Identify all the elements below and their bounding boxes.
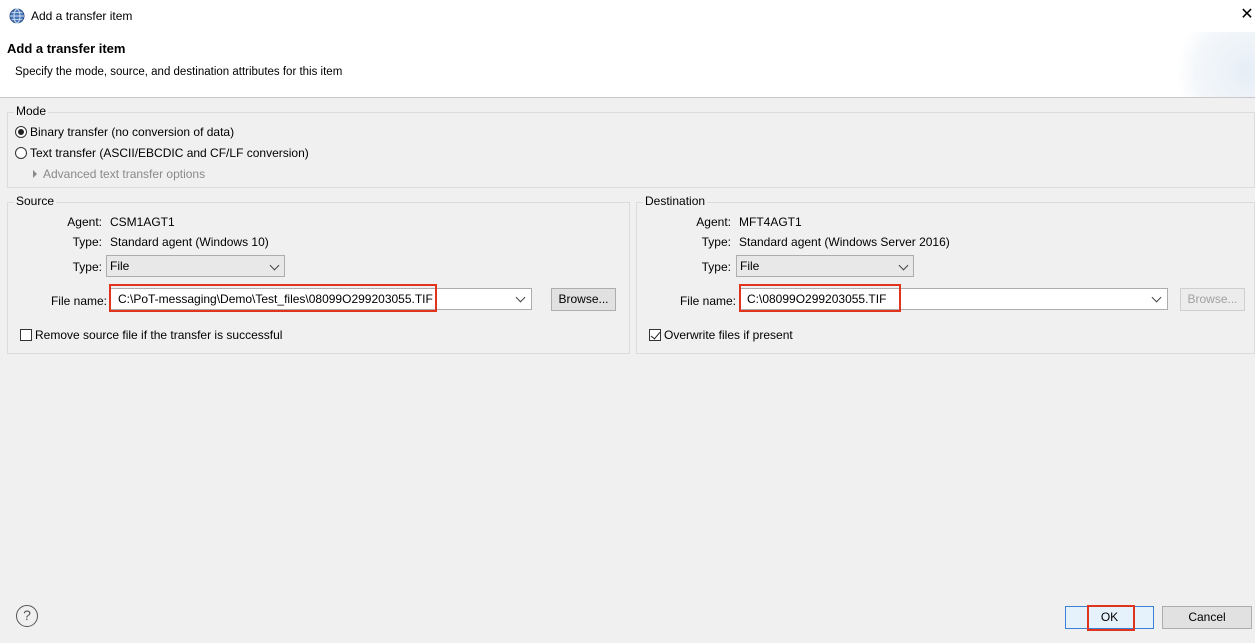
ok-button[interactable]: OK xyxy=(1065,606,1154,629)
source-filename-input[interactable]: C:\PoT-messaging\Demo\Test_files\08099O2… xyxy=(110,288,532,310)
source-browse-button[interactable]: Browse... xyxy=(551,288,616,311)
remove-source-checkbox-row[interactable]: Remove source file if the transfer is su… xyxy=(20,328,282,342)
chevron-down-icon xyxy=(269,260,280,271)
overwrite-label: Overwrite files if present xyxy=(664,328,793,342)
dialog-banner: Add a transfer item Specify the mode, so… xyxy=(0,32,1255,98)
binary-transfer-radio-row[interactable]: Binary transfer (no conversion of data) xyxy=(15,125,234,139)
binary-transfer-label: Binary transfer (no conversion of data) xyxy=(30,125,235,139)
chevron-down-icon[interactable] xyxy=(515,292,526,303)
remove-source-label: Remove source file if the transfer is su… xyxy=(35,328,283,342)
source-agent-value: CSM1AGT1 xyxy=(110,215,175,229)
destination-filename-value: C:\08099O299203055.TIF xyxy=(747,292,887,306)
destination-agent-value: MFT4AGT1 xyxy=(739,215,802,229)
source-filename-label: File name: xyxy=(50,294,107,308)
banner-subtitle: Specify the mode, source, and destinatio… xyxy=(15,66,343,78)
help-icon[interactable]: ? xyxy=(16,605,38,627)
window-title: Add a transfer item xyxy=(31,9,133,23)
source-type-value: Standard agent (Windows 10) xyxy=(110,235,269,249)
text-transfer-radio[interactable] xyxy=(15,147,27,159)
destination-type-value: Standard agent (Windows Server 2016) xyxy=(739,235,950,249)
source-agent-label: Agent: xyxy=(67,215,102,229)
destination-type-select-value: File xyxy=(740,259,760,273)
destination-browse-button[interactable]: Browse... xyxy=(1180,288,1245,311)
destination-type-select-label: Type: xyxy=(701,260,731,274)
mode-group-label: Mode xyxy=(14,104,49,118)
close-icon[interactable]: ✕ xyxy=(1239,5,1255,25)
title-bar: Add a transfer item ✕ xyxy=(0,0,1255,32)
cancel-button[interactable]: Cancel xyxy=(1162,606,1252,629)
text-transfer-radio-row[interactable]: Text transfer (ASCII/EBCDIC and CF/LF co… xyxy=(15,146,309,160)
overwrite-checkbox-row[interactable]: Overwrite files if present xyxy=(649,328,793,342)
source-type-select[interactable]: File xyxy=(106,255,285,277)
globe-transfer-icon xyxy=(9,8,25,24)
source-type-select-label: Type: xyxy=(72,260,102,274)
chevron-down-icon[interactable] xyxy=(1151,292,1162,303)
text-transfer-label: Text transfer (ASCII/EBCDIC and CF/LF co… xyxy=(30,146,309,160)
source-filename-value: C:\PoT-messaging\Demo\Test_files\08099O2… xyxy=(118,292,433,306)
destination-filename-label: File name: xyxy=(679,294,736,308)
expand-triangle-icon xyxy=(33,170,37,178)
destination-agent-label: Agent: xyxy=(696,215,731,229)
overwrite-checkbox[interactable] xyxy=(649,329,661,341)
remove-source-checkbox[interactable] xyxy=(20,329,32,341)
source-type-label: Type: xyxy=(72,235,102,249)
banner-title: Add a transfer item xyxy=(7,41,126,56)
chevron-down-icon xyxy=(898,260,909,271)
advanced-options-toggle[interactable]: Advanced text transfer options xyxy=(33,167,205,181)
destination-group-label: Destination xyxy=(643,194,708,208)
advanced-options-label: Advanced text transfer options xyxy=(43,167,206,181)
destination-filename-input[interactable]: C:\08099O299203055.TIF xyxy=(739,288,1168,310)
binary-transfer-radio[interactable] xyxy=(15,126,27,138)
destination-type-select[interactable]: File xyxy=(736,255,914,277)
banner-decoration xyxy=(1175,32,1255,97)
source-group-label: Source xyxy=(14,194,57,208)
source-type-select-value: File xyxy=(110,259,130,273)
destination-type-label: Type: xyxy=(701,235,731,249)
